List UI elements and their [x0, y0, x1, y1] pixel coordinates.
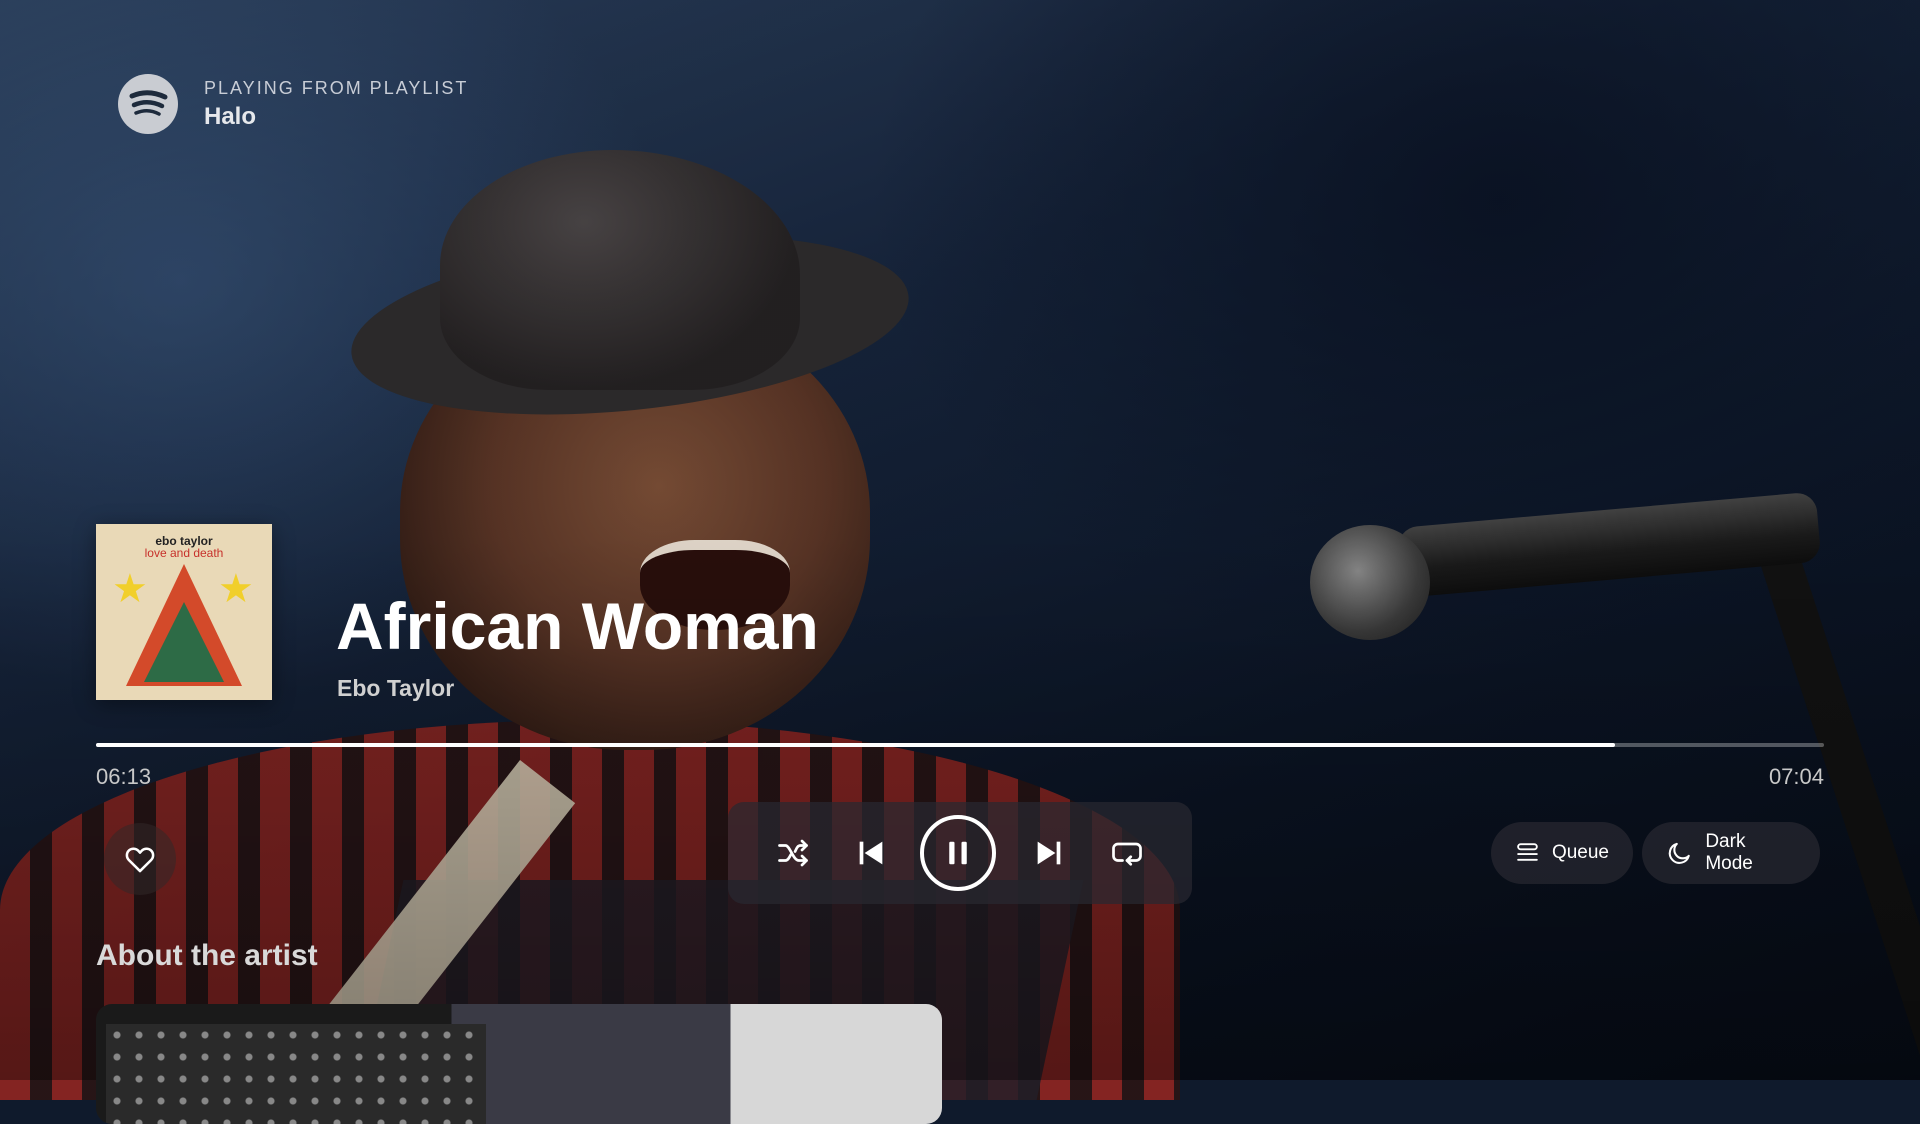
progress-fill — [96, 743, 1615, 747]
progress-bar[interactable] — [96, 743, 1824, 747]
previous-button[interactable] — [846, 828, 896, 878]
total-time: 07:04 — [1768, 764, 1824, 789]
cover-title-text: love and death — [144, 546, 224, 560]
dark-mode-label: Dark Mode — [1705, 831, 1753, 874]
elapsed-time: 06:13 — [96, 764, 152, 789]
queue-label: Queue — [1551, 842, 1609, 863]
background-photo — [0, 0, 1920, 1103]
heart-icon — [125, 847, 155, 873]
playback-controls — [728, 802, 1192, 904]
queue-list-icon — [1517, 843, 1538, 861]
repeat-icon — [1112, 842, 1142, 866]
context-label: PLAYING FROM PLAYLIST — [204, 78, 469, 98]
cover-figure — [144, 602, 224, 682]
spotify-logo-icon — [118, 74, 178, 134]
repeat-button[interactable] — [1102, 828, 1152, 878]
next-button[interactable] — [1024, 828, 1074, 878]
pause-button[interactable] — [920, 815, 996, 891]
about-artist-heading: About the artist — [96, 939, 318, 972]
track-title: African Woman — [336, 589, 819, 663]
skip-next-icon — [1037, 841, 1061, 865]
cover-star-left: ★ — [112, 567, 148, 611]
moon-icon — [1668, 842, 1690, 864]
pause-icon — [949, 841, 967, 865]
album-cover[interactable]: ebo taylor love and death ★ ★ — [96, 524, 272, 700]
like-button[interactable] — [104, 823, 176, 895]
about-artist-image — [106, 1024, 486, 1124]
about-artist-card[interactable] — [96, 1004, 942, 1124]
shuffle-button[interactable] — [768, 828, 818, 878]
cover-star-right: ★ — [218, 567, 254, 611]
shuffle-icon — [778, 839, 808, 867]
background-overlay — [0, 0, 1920, 1080]
dark-mode-button[interactable]: Dark Mode — [1642, 822, 1820, 884]
skip-previous-icon — [859, 841, 883, 865]
queue-button[interactable]: Queue — [1491, 822, 1633, 884]
playing-context: PLAYING FROM PLAYLIST Halo — [204, 78, 468, 131]
track-artist[interactable]: Ebo Taylor — [337, 675, 454, 702]
playlist-name[interactable]: Halo — [204, 103, 468, 131]
